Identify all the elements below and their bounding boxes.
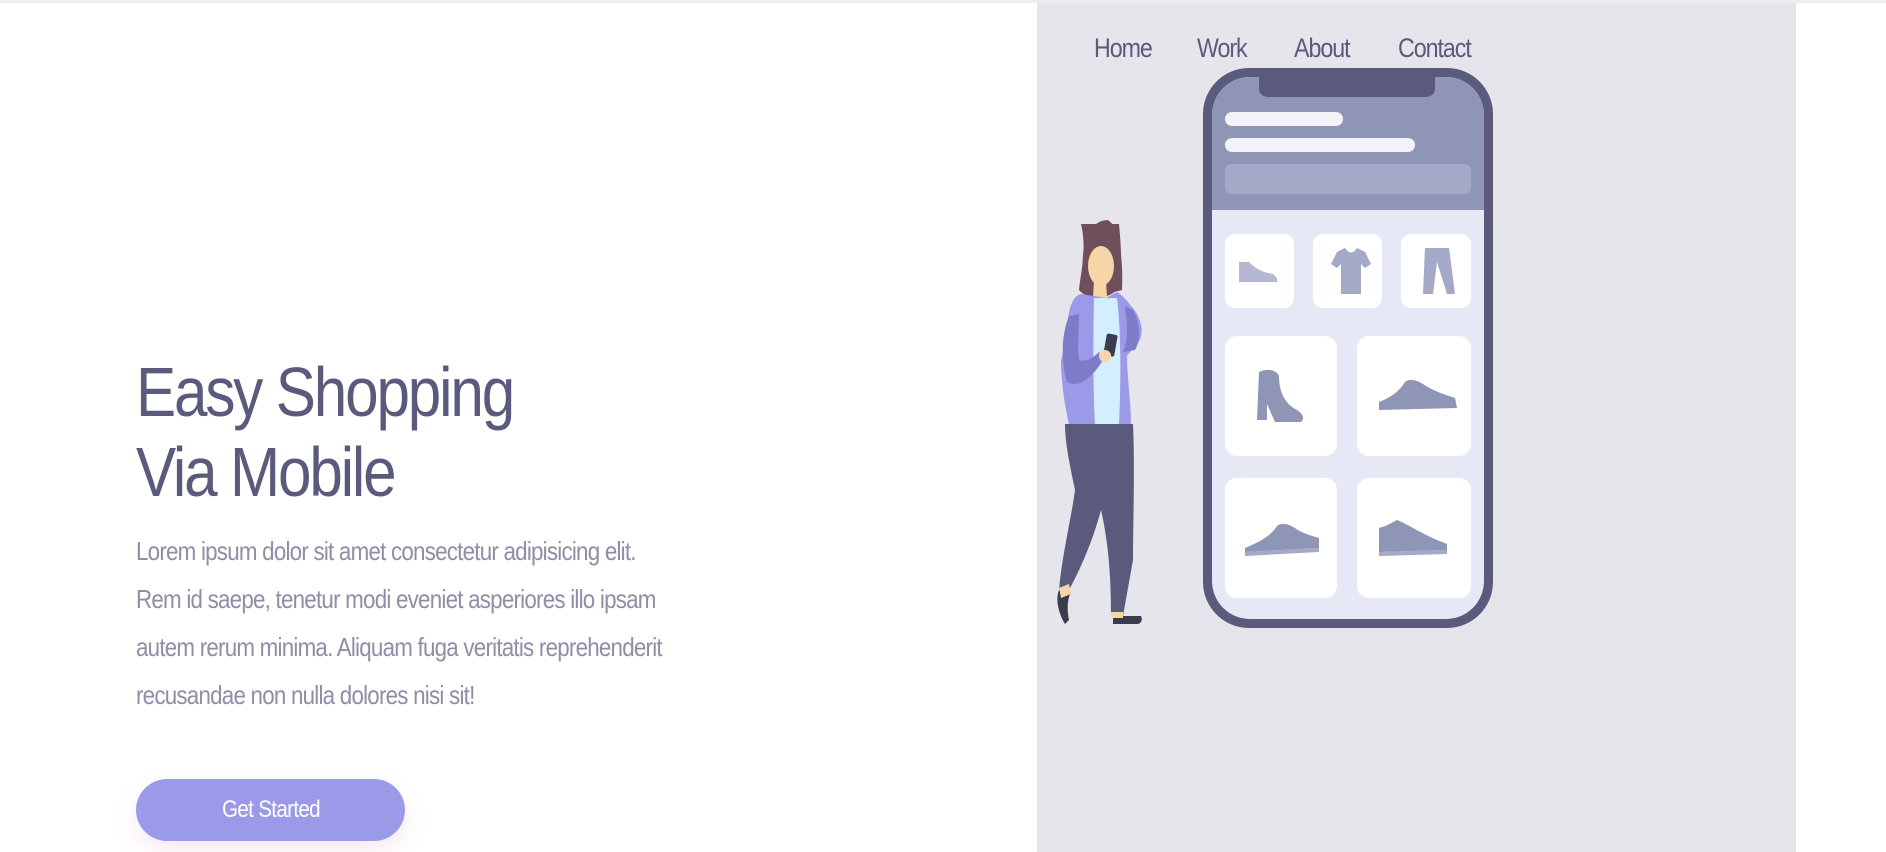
hero-title: Easy Shopping Via Mobile bbox=[136, 352, 515, 512]
person-icon bbox=[1057, 220, 1142, 624]
get-started-button[interactable]: Get Started bbox=[136, 779, 405, 841]
phone-icon bbox=[1203, 68, 1493, 628]
hero-title-line-2: Via Mobile bbox=[136, 433, 397, 511]
get-started-label: Get Started bbox=[221, 796, 321, 823]
hero-description: Lorem ipsum dolor sit amet consectetur a… bbox=[136, 536, 663, 710]
hero-title-line-1: Easy Shopping bbox=[136, 353, 515, 431]
shopping-illustration bbox=[1057, 68, 1493, 628]
